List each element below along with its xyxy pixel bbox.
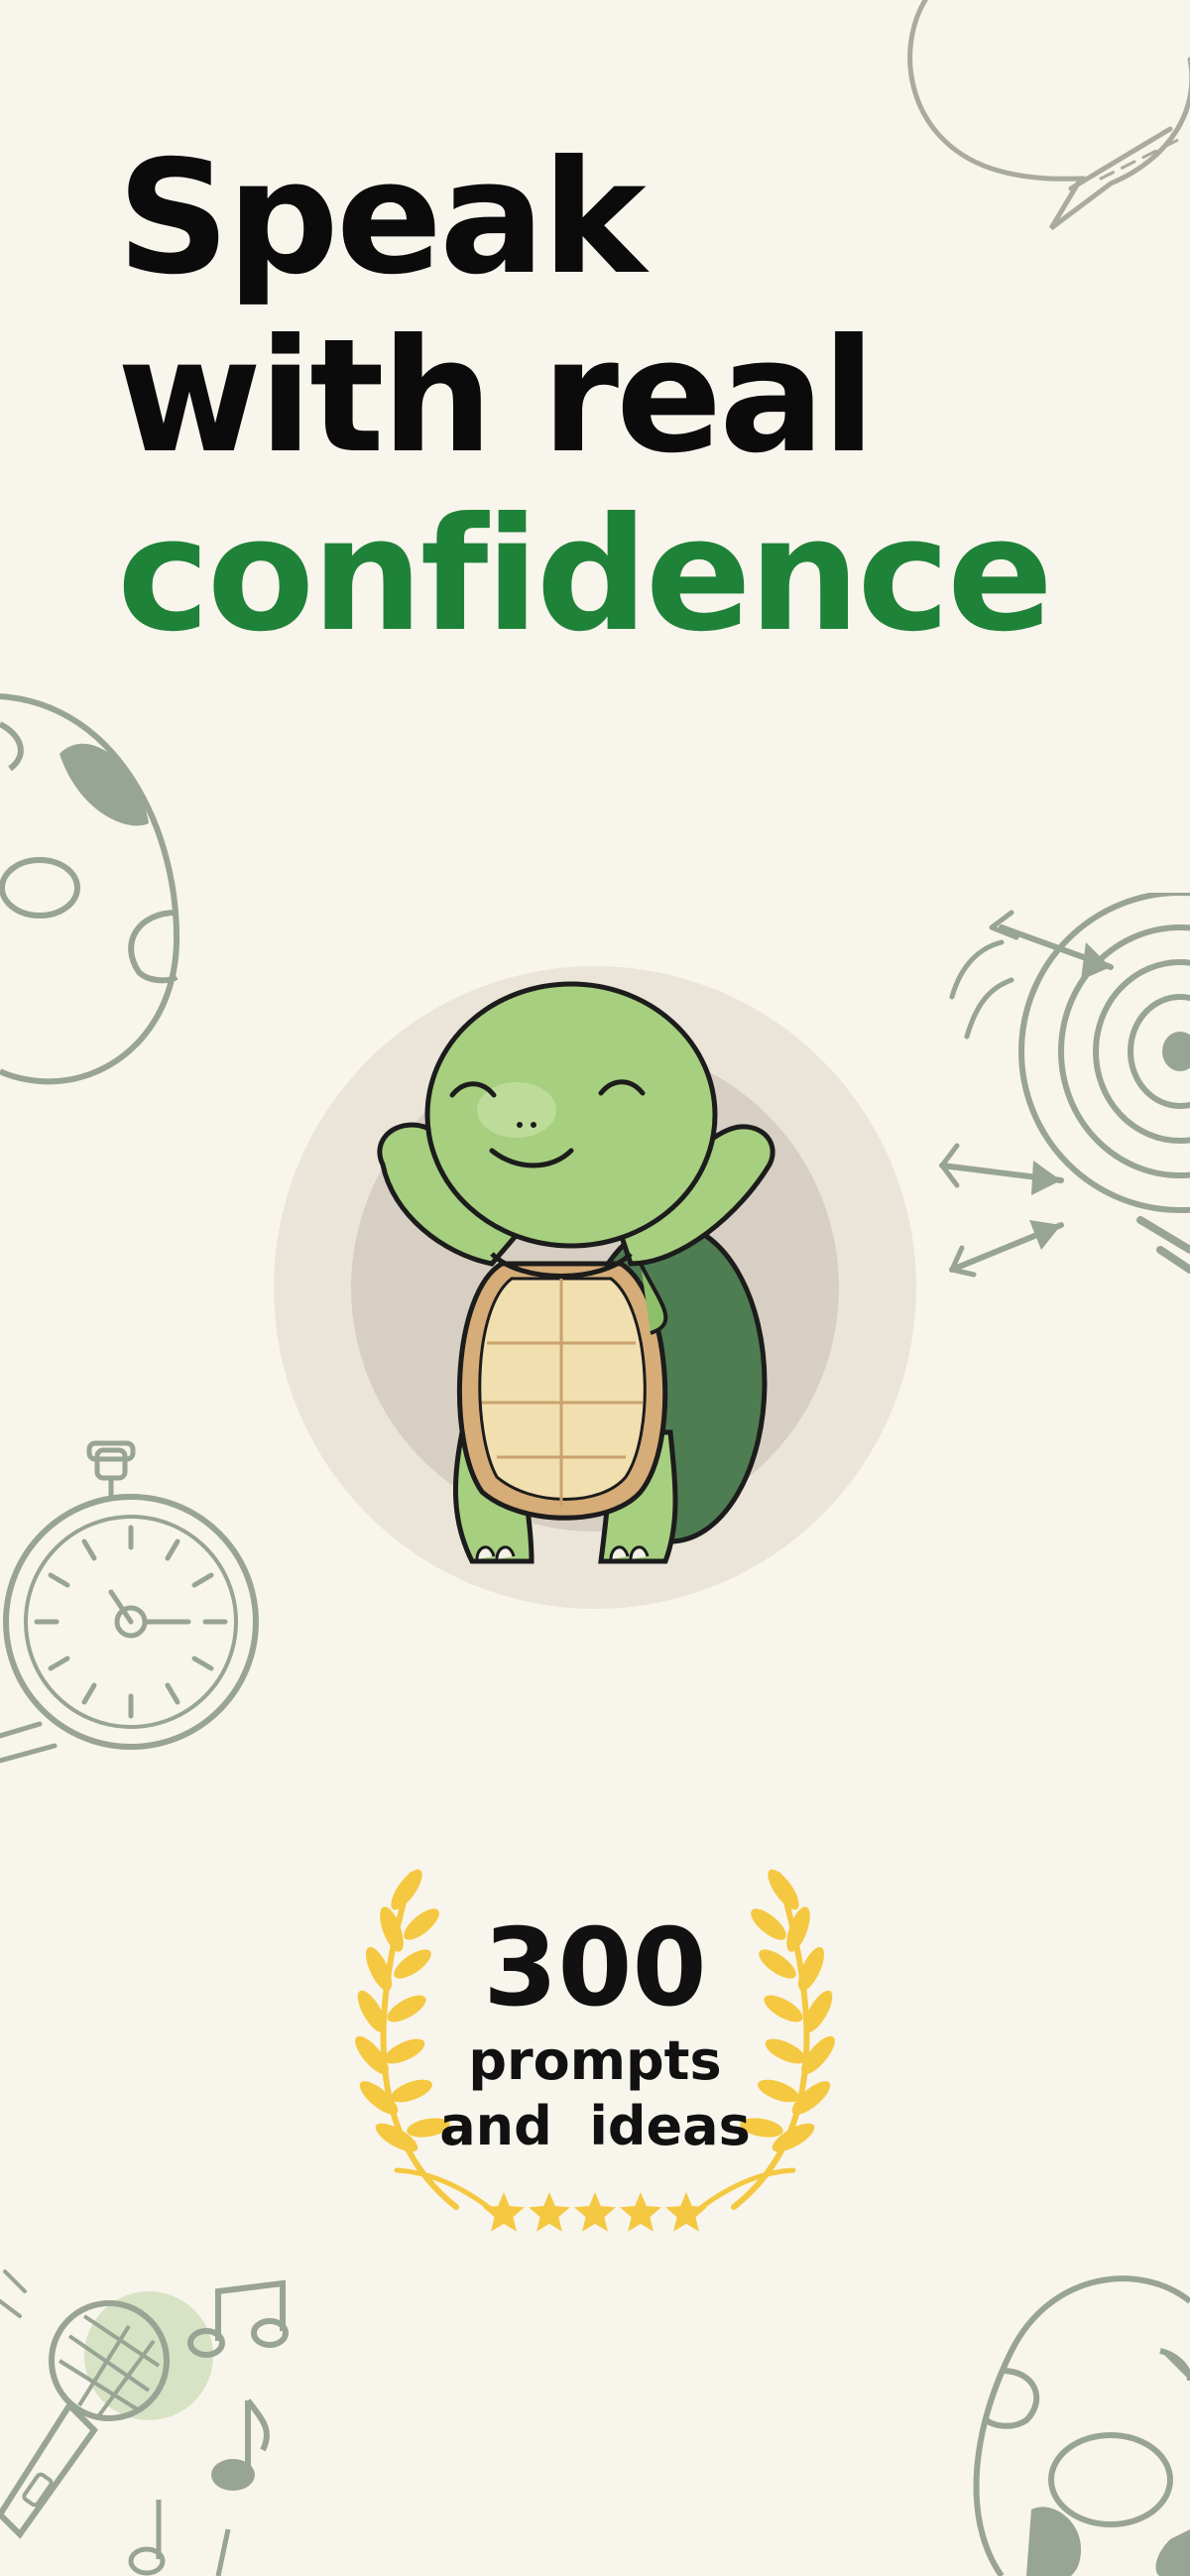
star-icon: [483, 2192, 525, 2232]
music-notes-icon: [128, 2279, 289, 2576]
speech-bubble-icon: [907, 0, 1190, 230]
award-badge: 300 prompts and ideas: [397, 1909, 793, 2159]
turtle-mascot: [274, 966, 916, 1609]
stopwatch-icon: [0, 1440, 259, 1764]
award-number: 300: [483, 1906, 707, 2030]
egg-icon-bottom: [973, 2275, 1190, 2576]
award-line-1: prompts: [468, 2029, 722, 2092]
target-arrows-icon: [939, 893, 1190, 1278]
egg-icon: [0, 693, 180, 1085]
headline-line-3: confidence: [117, 484, 1053, 667]
award-line-2: and ideas: [439, 2095, 751, 2157]
star-icon: [665, 2192, 707, 2232]
rating-stars: [483, 2192, 707, 2232]
headline-line-2: with real: [117, 306, 876, 488]
star-icon: [620, 2192, 661, 2232]
star-icon: [574, 2192, 616, 2232]
star-icon: [529, 2192, 570, 2232]
